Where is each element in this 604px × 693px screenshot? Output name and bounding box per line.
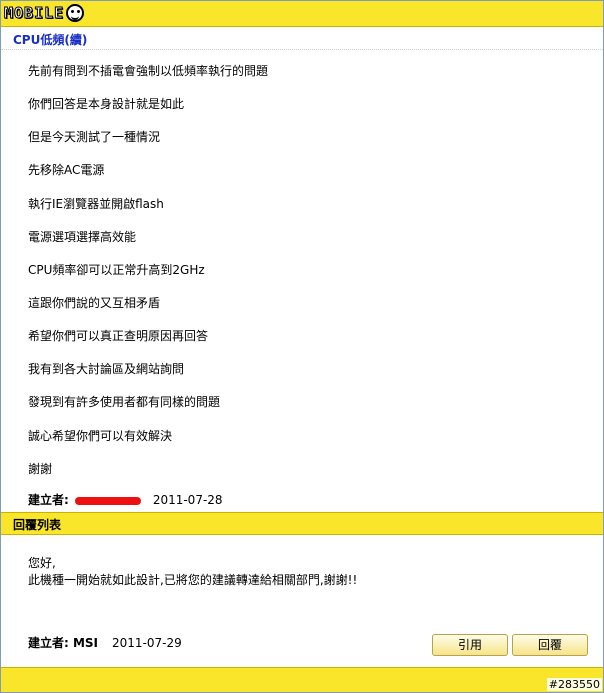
post-line: 希望你們可以真正查明原因再回答 [28, 329, 209, 343]
site-logo[interactable]: MOBILE [3, 3, 85, 23]
post-line: 執行IE瀏覽器並開啟flash [28, 197, 164, 211]
post-line: CPU頻率卻可以正常升高到2GHz [28, 263, 205, 277]
reply-date: 2011-07-29 [112, 636, 182, 650]
post-line: 先移除AC電源 [28, 163, 105, 177]
watermark: #283550 [546, 678, 602, 691]
post-date: 2011-07-28 [152, 493, 223, 507]
reply-line: 您好, [28, 556, 56, 570]
redacted-author [74, 496, 141, 505]
reply-body: 您好, 此機種一開始就如此設計,已將您的建議轉達給相關部門,謝謝!! [28, 555, 357, 589]
post-line: 謝謝 [28, 462, 53, 476]
post-meta: 建立者: 2011-07-28 [28, 491, 223, 508]
smiley-logo-icon [66, 4, 85, 22]
post-line: 先前有問到不插電會強制以低頻率執行的問題 [28, 64, 269, 78]
post-line: 你們回答是本身設計就是如此 [28, 97, 185, 111]
reply-button[interactable]: 回覆 [512, 634, 588, 656]
reply-list-header: 回覆列表 [1, 512, 603, 535]
reply-list-title: 回覆列表 [13, 518, 62, 532]
post-line: 這跟你們說的又互相矛盾 [28, 296, 161, 310]
top-bar: MOBILE [1, 1, 603, 27]
reply-meta: 建立者: MSI 2011-07-29 [28, 634, 182, 651]
reply-author: 建立者: MSI [28, 636, 99, 650]
reply-line: 此機種一開始就如此設計,已將您的建議轉達給相關部門,謝謝!! [28, 573, 358, 587]
post-title: CPU低頻(續) [13, 33, 88, 47]
post-line: 誠心希望你們可以有效解決 [28, 429, 173, 443]
logo-text: MOBILE [3, 4, 65, 23]
post-line: 但是今天測試了一種情況 [28, 130, 161, 144]
post-line: 我有到各大討論區及網站詢問 [28, 362, 185, 376]
author-label: 建立者: [28, 493, 69, 507]
post-line: 發現到有許多使用者都有同樣的問題 [28, 395, 221, 409]
post-line: 電源選項選擇高效能 [28, 230, 137, 244]
footer-bar [1, 667, 603, 692]
quote-button[interactable]: 引用 [432, 634, 508, 656]
post-header: CPU低頻(續) [1, 27, 603, 50]
